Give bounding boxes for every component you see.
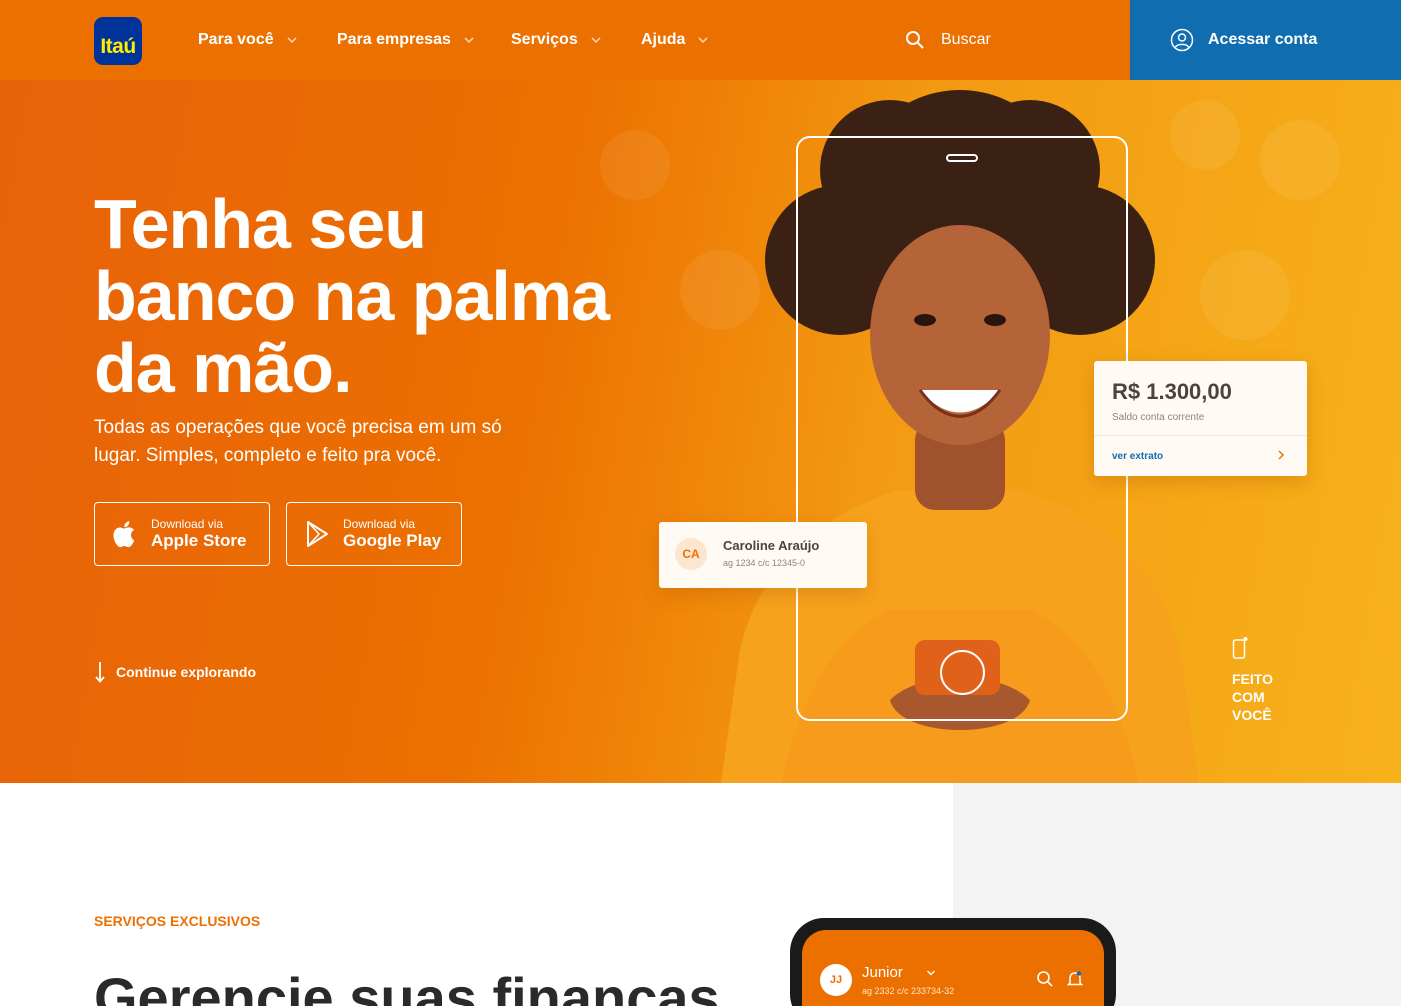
app-preview-screen: JJ Junior ag 2332 c/c 233734-32	[802, 930, 1104, 1006]
access-label: Acessar conta	[1208, 31, 1318, 48]
chevron-down-icon	[464, 37, 474, 44]
chevron-right-icon	[1278, 450, 1284, 460]
nav-label: Serviços	[511, 31, 578, 48]
apple-store-label: Apple Store	[151, 531, 247, 550]
nav-label: Para você	[198, 31, 274, 48]
user-avatar: JJ	[820, 964, 852, 996]
phone-home-button	[940, 650, 985, 695]
chevron-down-icon	[591, 37, 601, 44]
arrow-down-icon	[95, 662, 105, 683]
contact-card: CA Caroline Araújo ag 1234 c/c 12345-0	[659, 522, 867, 588]
phone-outline-frame	[796, 136, 1128, 721]
decorative-bubble	[1260, 120, 1340, 200]
decorative-bubble	[1200, 250, 1290, 340]
phone-notch	[946, 154, 978, 162]
section-eyebrow: SERVIÇOS EXCLUSIVOS	[94, 913, 261, 929]
section-heading: Gerencie suas finanças	[94, 966, 720, 1006]
chevron-down-icon	[698, 37, 709, 44]
google-play-label: Google Play	[343, 531, 442, 550]
contact-account: ag 1234 c/c 12345-0	[723, 558, 806, 568]
search-icon	[1037, 971, 1053, 987]
balance-amount: R$ 1.300,00	[1112, 379, 1232, 404]
balance-label: Saldo conta corrente	[1112, 412, 1205, 423]
google-play-text: Download via Google Play	[343, 517, 441, 551]
balance-card: R$ 1.300,00 Saldo conta corrente ver ext…	[1094, 361, 1307, 476]
hero-title: Tenha seu banco na palma da mão.	[94, 185, 610, 407]
google-download-via: Download via	[343, 517, 416, 531]
contact-name: Caroline Araújo	[723, 538, 820, 553]
hero-subtitle: Todas as operações que você precisa em u…	[94, 417, 502, 466]
bell-icon	[1066, 971, 1084, 986]
search-icon	[906, 31, 924, 49]
nav-label: Ajuda	[641, 31, 686, 48]
access-account-button[interactable]: Acessar conta	[1130, 0, 1401, 80]
continue-exploring-link[interactable]: Continue explorando	[94, 660, 256, 684]
chevron-down-icon	[287, 37, 297, 44]
nav-servicos[interactable]: Serviços	[511, 0, 602, 80]
user-name: Junior	[862, 964, 903, 981]
feito-com-voce-label: FEITO COM VOCÊ	[1232, 671, 1273, 723]
nav-para-voce[interactable]: Para você	[198, 0, 298, 80]
google-play-button[interactable]: Download via Google Play	[286, 502, 462, 566]
user-account: ag 2332 c/c 233734-32	[862, 986, 955, 996]
phone-notification-icon	[1232, 637, 1248, 659]
top-navbar: Itaú Para você Para empresas Serviços Aj…	[0, 0, 1401, 80]
apple-store-text: Download via Apple Store	[151, 517, 246, 551]
user-icon	[1170, 28, 1194, 52]
nav-label: Para empresas	[337, 31, 451, 48]
apple-icon	[113, 521, 135, 548]
balance-divider	[1094, 435, 1307, 436]
search-placeholder: Buscar	[941, 31, 991, 48]
app-preview-phone: JJ Junior ag 2332 c/c 233734-32	[790, 918, 1116, 1006]
feito-com-voce-badge: FEITO COM VOCÊ	[1232, 636, 1292, 724]
logo-text: Itaú	[100, 35, 136, 58]
contact-avatar: CA	[675, 538, 707, 570]
chevron-down-icon	[927, 970, 935, 976]
google-play-icon	[307, 521, 328, 547]
itau-logo[interactable]: Itaú	[94, 17, 142, 65]
search-field[interactable]: Buscar	[905, 0, 991, 80]
nav-para-empresas[interactable]: Para empresas	[337, 0, 475, 80]
view-statement-link[interactable]: ver extrato	[1112, 451, 1163, 462]
nav-ajuda[interactable]: Ajuda	[641, 0, 709, 80]
apple-download-via: Download via	[151, 517, 224, 531]
hero-banner: Tenha seu banco na palma da mão. Todas a…	[0, 80, 1401, 783]
continue-exploring-label: Continue explorando	[116, 664, 256, 680]
apple-store-button[interactable]: Download via Apple Store	[94, 502, 270, 566]
